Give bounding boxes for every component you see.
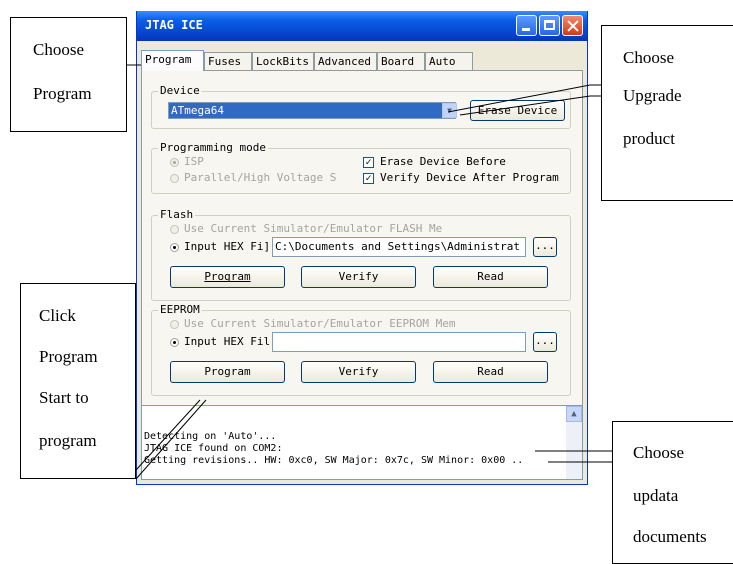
callout-leader-lines bbox=[127, 64, 612, 480]
tab-program[interactable]: Program bbox=[141, 50, 204, 71]
leader-line bbox=[135, 399, 207, 480]
leader-line bbox=[447, 84, 601, 113]
leader-line bbox=[135, 399, 201, 471]
